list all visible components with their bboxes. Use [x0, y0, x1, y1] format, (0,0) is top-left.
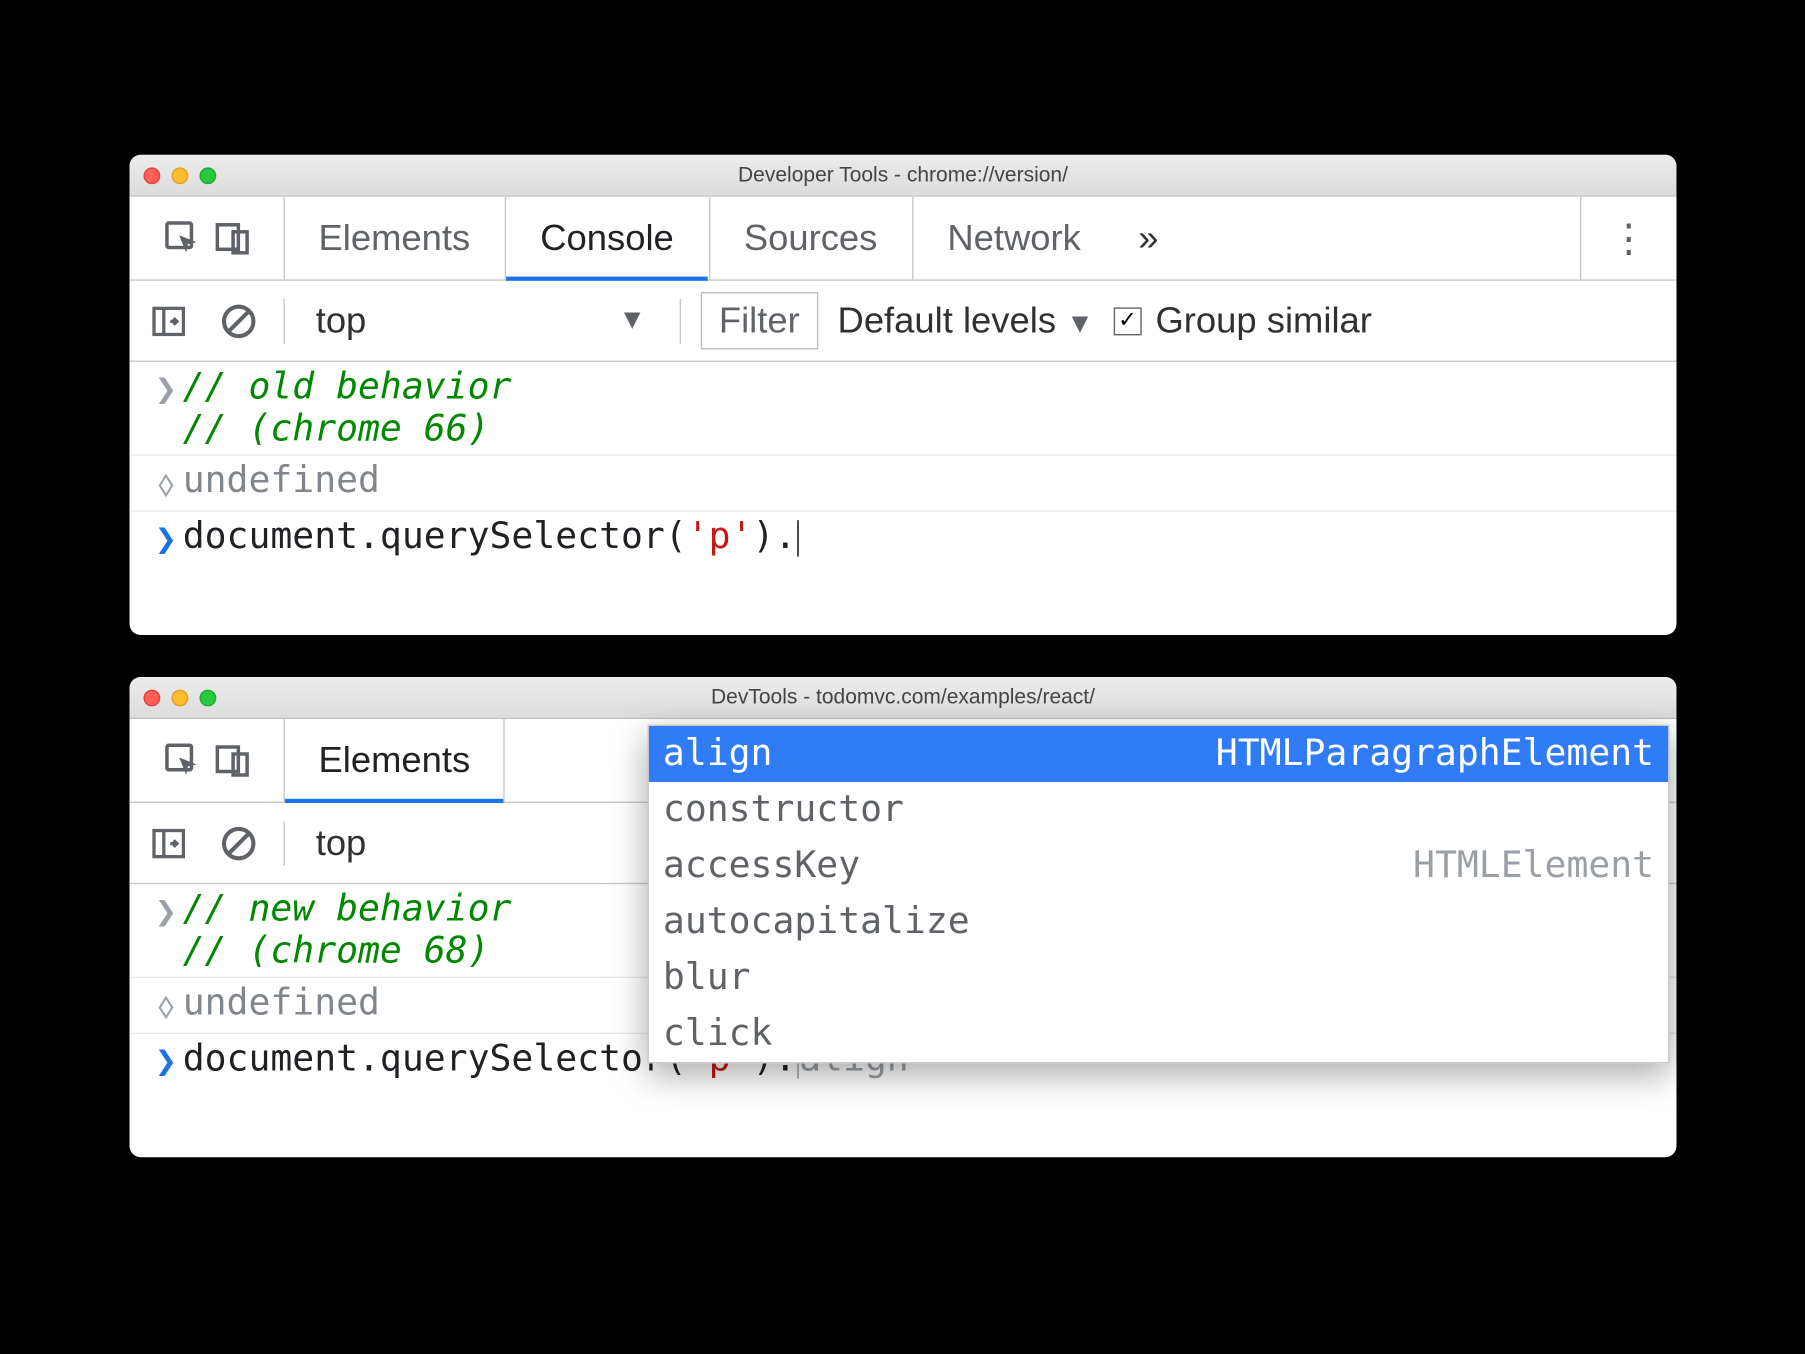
tab-elements[interactable]: Elements	[284, 197, 504, 280]
titlebar: DevTools - todomvc.com/examples/react/	[129, 677, 1676, 719]
autocomplete-label: autocapitalize	[662, 901, 969, 943]
input-chevron-icon: ❯	[149, 366, 183, 411]
tab-sources[interactable]: Sources	[708, 197, 912, 280]
titlebar: Developer Tools - chrome://version/	[129, 155, 1676, 197]
autocomplete-label: constructor	[662, 789, 903, 831]
group-similar-label: Group similar	[1155, 299, 1371, 342]
context-label: top	[315, 299, 366, 342]
device-toolbar-icon[interactable]	[207, 735, 257, 785]
divider	[283, 821, 284, 866]
context-selector[interactable]: top ▼	[304, 299, 660, 342]
console-body: ❯ // old behavior // (chrome 66) ⬨ undef…	[129, 362, 1676, 635]
clear-console-icon[interactable]	[213, 818, 263, 868]
chevron-down-icon: ▼	[618, 305, 646, 337]
menu-button[interactable]: ⋮	[1579, 197, 1676, 280]
context-selector[interactable]: top	[304, 821, 380, 864]
divider	[679, 298, 680, 343]
console-result: undefined	[182, 460, 1656, 502]
devtools-window-2: DevTools - todomvc.com/examples/react/ E…	[129, 677, 1676, 1157]
show-console-sidebar-icon[interactable]	[143, 296, 193, 346]
window-title: Developer Tools - chrome://version/	[129, 163, 1676, 187]
console-input[interactable]: document.querySelector('p').	[182, 516, 1656, 558]
autocomplete-label: accessKey	[662, 845, 859, 887]
tab-console[interactable]: Console	[505, 197, 709, 280]
input-chevron-icon: ❯	[149, 888, 183, 933]
autocomplete-item[interactable]: accessKey HTMLElement	[648, 838, 1667, 894]
autocomplete-item[interactable]: constructor	[648, 782, 1667, 838]
tab-network[interactable]: Network	[912, 197, 1116, 280]
autocomplete-label: blur	[662, 957, 750, 999]
autocomplete-item[interactable]: autocapitalize	[648, 894, 1667, 950]
autocomplete-item[interactable]: click	[648, 1006, 1667, 1062]
autocomplete-hint: HTMLElement	[1413, 845, 1654, 887]
console-toolbar: top ▼ Filter Default levels ▼ ✓ Group si…	[129, 281, 1676, 362]
clear-console-icon[interactable]	[213, 296, 263, 346]
group-similar-checkbox[interactable]: ✓	[1113, 307, 1141, 335]
autocomplete-popup: align HTMLParagraphElement constructor a…	[647, 725, 1669, 1064]
inspect-element-icon[interactable]	[157, 735, 207, 785]
autocomplete-label: click	[662, 1013, 772, 1055]
kebab-icon: ⋮	[1609, 215, 1648, 261]
autocomplete-item[interactable]: blur	[648, 950, 1667, 1006]
autocomplete-label: align	[662, 733, 772, 775]
panel-tabs: Elements Console Sources Network » ⋮	[129, 197, 1676, 281]
console-live-input-row[interactable]: ❯ document.querySelector('p').	[129, 510, 1676, 565]
output-chevron-icon: ⬨	[149, 982, 183, 1028]
inspect-element-icon[interactable]	[157, 213, 207, 263]
console-output-row: ⬨ undefined	[129, 454, 1676, 510]
filter-input[interactable]: Filter	[700, 292, 817, 349]
tab-elements[interactable]: Elements	[284, 719, 504, 802]
show-console-sidebar-icon[interactable]	[143, 818, 193, 868]
device-toolbar-icon[interactable]	[207, 213, 257, 263]
autocomplete-hint: HTMLParagraphElement	[1215, 733, 1653, 775]
chevron-down-icon: ▼	[1066, 309, 1094, 340]
output-chevron-icon: ⬨	[149, 460, 183, 506]
text-caret	[797, 520, 798, 556]
divider	[283, 298, 284, 343]
log-levels-label: Default levels	[837, 299, 1056, 341]
context-label: top	[315, 821, 366, 864]
prompt-chevron-icon: ❯	[149, 516, 183, 561]
prompt-chevron-icon: ❯	[149, 1038, 183, 1083]
window-title: DevTools - todomvc.com/examples/react/	[129, 685, 1676, 709]
panel-tabs: Elements align HTMLParagraphElement cons…	[129, 719, 1676, 803]
log-levels-selector[interactable]: Default levels ▼	[837, 299, 1093, 342]
console-input-row: ❯ // old behavior // (chrome 66)	[129, 362, 1676, 454]
devtools-window-1: Developer Tools - chrome://version/ Elem…	[129, 155, 1676, 635]
console-comment: // (chrome 66)	[182, 408, 1656, 450]
autocomplete-item[interactable]: align HTMLParagraphElement	[648, 726, 1667, 782]
console-comment: // old behavior	[182, 366, 1656, 408]
more-tabs-icon[interactable]: »	[1115, 197, 1180, 280]
